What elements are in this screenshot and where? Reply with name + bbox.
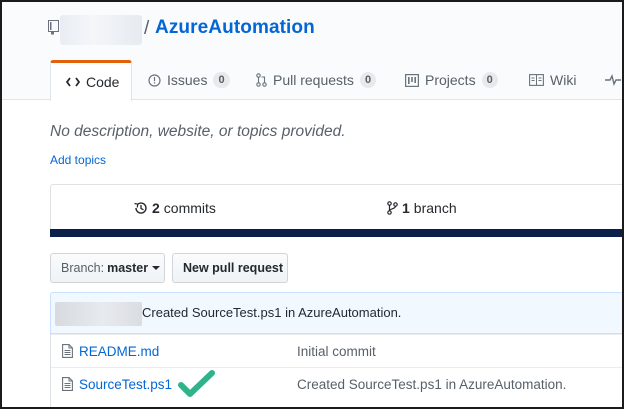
file-name-link[interactable]: README.md (79, 344, 159, 359)
wiki-icon (529, 74, 544, 86)
commits-stat[interactable]: 2 commits (133, 185, 216, 231)
file-commit-message[interactable]: Created SourceTest.ps1 in AzureAutomatio… (297, 377, 566, 392)
repo-name-link[interactable]: AzureAutomation (155, 17, 315, 39)
owner-name-redacted[interactable] (60, 15, 142, 45)
tab-issues-label: Issues (167, 72, 208, 88)
file-commit-message[interactable]: Initial commit (297, 344, 376, 359)
repo-nav: Code Issues 0 Pull requests 0 Projects 0… (2, 60, 622, 101)
file-icon (62, 377, 73, 396)
repo-icon (48, 20, 59, 35)
projects-count-badge: 0 (481, 72, 498, 88)
tab-projects[interactable]: Projects 0 (405, 60, 498, 100)
file-icon (62, 344, 73, 363)
tab-code[interactable]: Code (50, 60, 132, 101)
author-redacted[interactable] (55, 302, 142, 326)
issue-icon (148, 73, 161, 87)
branch-name: master (107, 261, 149, 275)
commits-label: commits (163, 200, 216, 216)
path-separator: / (144, 18, 150, 39)
tab-projects-label: Projects (425, 72, 476, 88)
file-row[interactable]: README.md Initial commit (51, 334, 622, 367)
language-bar[interactable] (50, 229, 622, 237)
latest-commit-message[interactable]: Created SourceTest.ps1 in AzureAutomatio… (142, 305, 401, 320)
screenshot-frame: / AzureAutomation Code Issues 0 Pull req… (0, 0, 624, 409)
tab-wiki-label: Wiki (550, 72, 577, 88)
repo-description: No description, website, or topics provi… (50, 123, 346, 140)
numbers-summary: 2 commits 1 branch (50, 184, 622, 231)
tab-pull-requests[interactable]: Pull requests 0 (256, 60, 377, 100)
tab-code-label: Code (86, 74, 120, 90)
checkmark-icon (175, 368, 217, 405)
branch-stat[interactable]: 1 branch (387, 185, 457, 231)
tab-pulse[interactable] (605, 60, 622, 100)
latest-commit-bar: Created SourceTest.ps1 in AzureAutomatio… (50, 292, 622, 334)
repo-header: / AzureAutomation Code Issues 0 Pull req… (2, 2, 622, 101)
branch-count: 1 (402, 200, 410, 216)
chevron-down-icon (152, 266, 161, 270)
branch-icon (387, 201, 398, 215)
commits-count: 2 (152, 200, 160, 216)
tab-issues[interactable]: Issues 0 (148, 60, 230, 100)
code-icon (66, 76, 80, 88)
tab-wiki[interactable]: Wiki (529, 60, 576, 100)
issues-count-badge: 0 (213, 72, 230, 88)
history-icon (133, 201, 148, 215)
branch-label: branch (413, 200, 457, 216)
new-pull-request-button[interactable]: New pull request (172, 253, 288, 283)
add-topics-link[interactable]: Add topics (50, 153, 106, 167)
branch-prefix: Branch: (61, 261, 105, 275)
pull-requests-count-badge: 0 (359, 72, 377, 88)
file-row[interactable]: SourceTest.ps1 Created SourceTest.ps1 in… (51, 367, 622, 400)
file-name-link[interactable]: SourceTest.ps1 (79, 377, 172, 392)
branch-select-button[interactable]: Branch: master (50, 253, 165, 283)
pulse-icon (605, 74, 621, 86)
file-list: README.md Initial commit SourceTest.ps1 … (50, 334, 622, 407)
tab-pull-requests-label: Pull requests (273, 72, 354, 88)
pull-request-icon (256, 73, 267, 87)
project-icon (405, 73, 419, 87)
